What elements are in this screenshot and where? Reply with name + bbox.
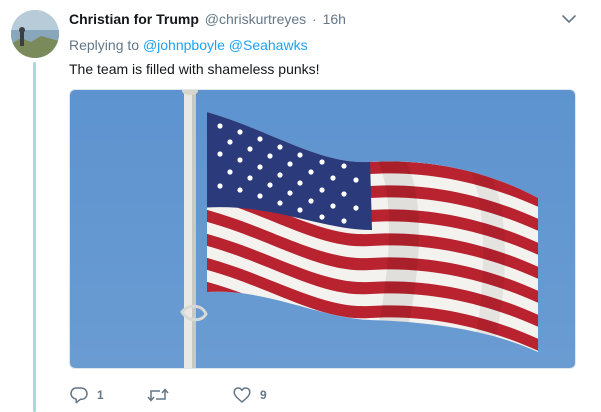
tweet: Christian for Trump @chriskurtreyes · 16… — [0, 0, 601, 412]
reply-count: 1 — [97, 388, 104, 402]
reply-mention-seahawks[interactable]: @Seahawks — [229, 37, 308, 53]
like-button[interactable]: 9 — [232, 385, 267, 405]
tweet-text: The team is filled with shameless punks! — [69, 61, 320, 77]
like-count: 9 — [260, 388, 267, 402]
tweet-media[interactable] — [69, 89, 576, 369]
user-handle[interactable]: @chriskurtreyes — [205, 11, 306, 27]
retweet-icon — [147, 388, 169, 402]
like-icon — [233, 387, 251, 403]
american-flag-photo — [70, 90, 575, 368]
replying-to: Replying to @johnpboyle @Seahawks — [69, 37, 308, 53]
reply-button[interactable]: 1 — [69, 385, 104, 405]
reply-mention-johnpboyle[interactable]: @johnpboyle — [143, 37, 225, 53]
avatar-photo — [11, 10, 59, 58]
separator-dot: · — [312, 11, 317, 27]
timestamp[interactable]: 16h — [323, 11, 346, 27]
tweet-header: Christian for Trump @chriskurtreyes · 16… — [69, 11, 346, 27]
avatar[interactable] — [11, 10, 59, 58]
chevron-down-icon — [562, 15, 576, 23]
display-name[interactable]: Christian for Trump — [69, 11, 199, 27]
reply-icon — [70, 387, 88, 404]
retweet-button[interactable] — [147, 385, 177, 405]
thread-line — [33, 62, 36, 412]
replying-prefix: Replying to — [69, 37, 140, 53]
tweet-actions: 1 9 — [69, 385, 469, 405]
more-options-button[interactable] — [560, 10, 578, 28]
